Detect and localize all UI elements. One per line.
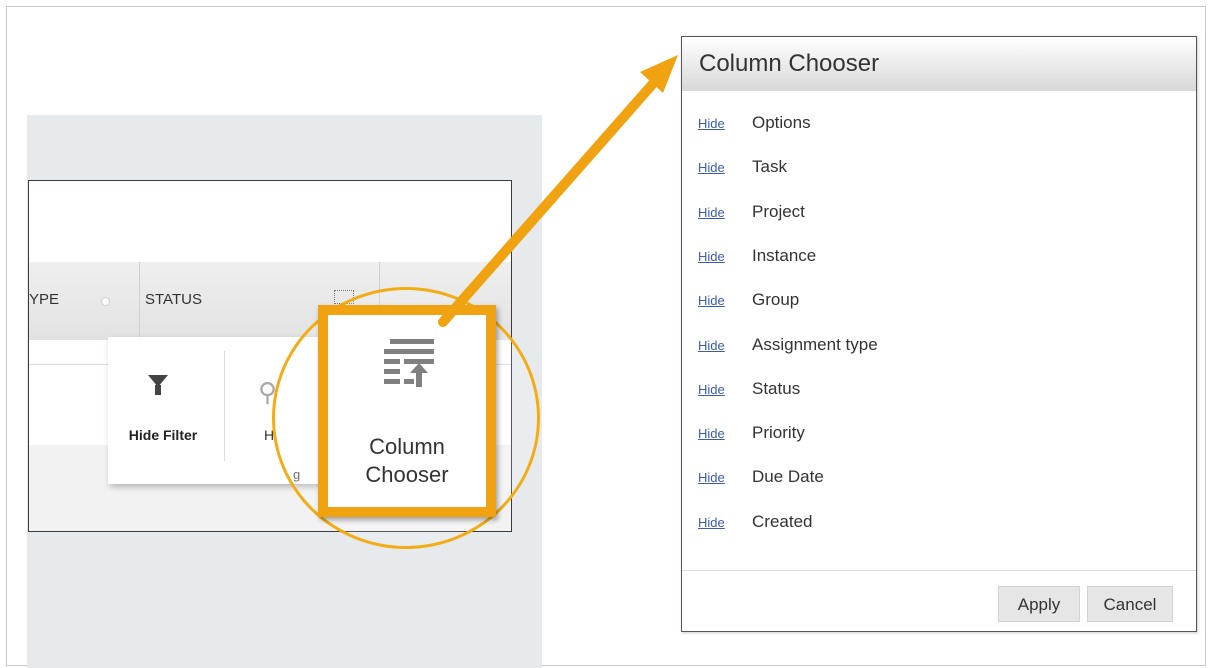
hide-link[interactable]: Hide (698, 249, 725, 264)
column-row-instance: Hide Instance (682, 246, 1196, 270)
hide-link[interactable]: Hide (698, 382, 725, 397)
column-name: Priority (752, 423, 805, 442)
column-row-project: Hide Project (682, 202, 1196, 226)
column-name: Options (752, 113, 811, 132)
hide-link[interactable]: Hide (698, 160, 725, 175)
column-row-task: Hide Task (682, 157, 1196, 181)
hide-link[interactable]: Hide (698, 515, 725, 530)
hide-link[interactable]: Hide (698, 338, 725, 353)
column-row-priority: Hide Priority (682, 423, 1196, 447)
column-chooser-dialog: Column Chooser Hide Options Hide Task Hi… (681, 36, 1197, 632)
column-name: Group (752, 290, 800, 309)
column-row-created: Hide Created (682, 512, 1196, 536)
column-name: Project (752, 202, 805, 221)
column-name: Status (752, 379, 801, 398)
column-row-group: Hide Group (682, 290, 1196, 314)
dialog-footer-divider (682, 570, 1196, 571)
column-name: Instance (752, 246, 817, 265)
column-row-status: Hide Status (682, 379, 1196, 403)
column-row-assignment-type: Hide Assignment type (682, 335, 1196, 359)
hide-link[interactable]: Hide (698, 426, 725, 441)
hide-link[interactable]: Hide (698, 116, 725, 131)
column-name: Assignment type (752, 335, 878, 354)
column-row-options: Hide Options (682, 113, 1196, 137)
cancel-button[interactable]: Cancel (1087, 586, 1173, 622)
apply-button[interactable]: Apply (998, 586, 1080, 622)
column-name: Created (752, 512, 813, 531)
dialog-title: Column Chooser (699, 50, 880, 77)
dialog-header: Column Chooser (682, 37, 1196, 91)
column-row-due-date: Hide Due Date (682, 467, 1196, 491)
hide-link[interactable]: Hide (698, 470, 725, 485)
hide-link[interactable]: Hide (698, 205, 725, 220)
column-name: Due Date (752, 467, 824, 486)
column-name: Task (752, 157, 787, 176)
hide-link[interactable]: Hide (698, 293, 725, 308)
